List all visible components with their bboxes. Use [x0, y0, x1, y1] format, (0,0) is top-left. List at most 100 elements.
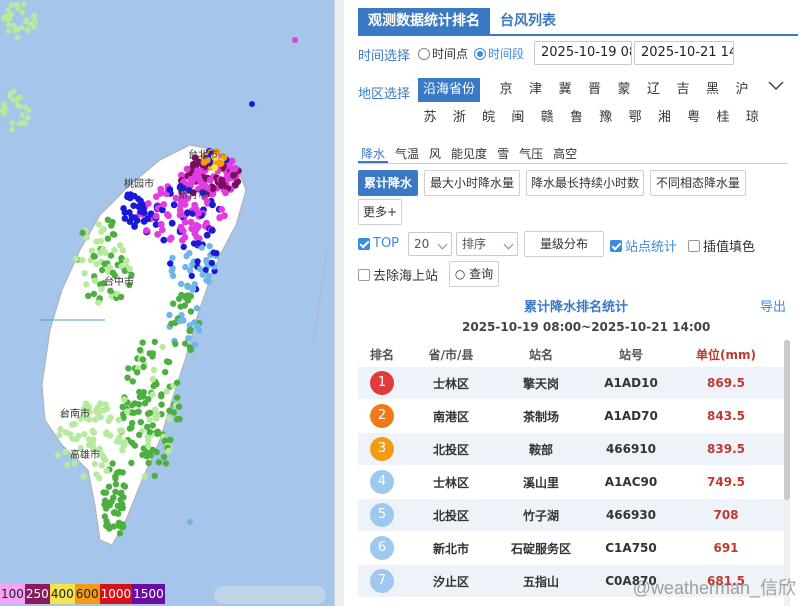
max-hourly-precip-button[interactable]: 最大小时降水量: [424, 170, 520, 196]
table-row[interactable]: 1 士林区 擎天岗 A1AD10 869.5: [358, 367, 784, 400]
region-button[interactable]: 桂: [711, 106, 735, 130]
table-row[interactable]: 5 北投区 竹子湖 466930 708: [358, 499, 784, 532]
map-canvas[interactable]: [0, 0, 334, 606]
station-dot: [160, 453, 168, 461]
legend-item: 100: [0, 584, 25, 604]
region-button[interactable]: 吉: [671, 78, 695, 102]
station-dot: [177, 202, 184, 210]
region-button[interactable]: 赣: [535, 106, 559, 130]
top-checkbox[interactable]: TOP: [358, 236, 399, 251]
panel-divider[interactable]: [334, 0, 344, 606]
region-button[interactable]: 皖: [477, 106, 501, 130]
region-button[interactable]: 津: [524, 78, 548, 102]
table-row[interactable]: 3 北投区 鞍部 466910 839.5: [358, 433, 784, 466]
tab-precipitation[interactable]: 降水: [358, 146, 389, 163]
scrollbar-thumb[interactable]: [784, 340, 790, 500]
tab-observation-ranking[interactable]: 观测数据统计排名: [358, 8, 490, 34]
tab-snow[interactable]: 雪: [494, 146, 512, 163]
station-dot: [230, 171, 238, 179]
phase-precip-button[interactable]: 不同相态降水量: [650, 170, 746, 196]
radio-time-range[interactable]: 时间段: [474, 45, 524, 62]
tab-temperature[interactable]: 气温: [392, 146, 422, 163]
region-button[interactable]: 辽: [642, 78, 666, 102]
chevron-down-icon[interactable]: [768, 80, 784, 92]
rank-cell: 5: [358, 503, 406, 527]
region-button[interactable]: 湘: [652, 106, 676, 130]
station-dot: [178, 280, 185, 288]
station-dot: [167, 234, 175, 242]
region-button[interactable]: 苏: [418, 106, 442, 130]
table-scrollbar[interactable]: [784, 340, 790, 606]
station-dot: [120, 482, 127, 489]
rainfall-map[interactable]: 台北市 桃园市 新竹市 台中市 台南市 高雄市 100 250 400 600 …: [0, 0, 334, 606]
station-dot: [185, 335, 192, 342]
station-dot: [93, 260, 100, 268]
region-button[interactable]: 黑: [701, 78, 725, 102]
region-button[interactable]: 冀: [553, 78, 577, 102]
tab-typhoon-list[interactable]: 台风列表: [490, 8, 566, 34]
station-name-cell: 溪山里: [522, 475, 559, 490]
accumulated-precip-button[interactable]: 累计降水: [358, 170, 418, 196]
station-dot: [176, 317, 184, 325]
radio-time-point[interactable]: 时间点: [418, 45, 468, 62]
end-time-input[interactable]: 2025-10-21 14:: [634, 41, 734, 65]
station-dot: [141, 473, 149, 480]
station-dot: [95, 221, 103, 228]
station-dot: [194, 258, 201, 265]
tab-visibility[interactable]: 能见度: [448, 146, 490, 163]
region-button[interactable]: 蒙: [612, 78, 636, 102]
start-time-input[interactable]: 2025-10-19 08:: [534, 41, 632, 65]
station-dot: [169, 254, 176, 262]
checkbox-checked-icon: [610, 239, 622, 252]
table-row[interactable]: 6 新北市 石碇服务区 C1A750 691: [358, 532, 784, 565]
station-dot: [90, 290, 98, 298]
remove-sea-station-checkbox[interactable]: 去除海上站: [358, 265, 438, 284]
region-button[interactable]: 鄂: [623, 106, 647, 130]
station-dot: [167, 260, 174, 267]
stats-period: 2025-10-19 08:00~2025-10-21 14:00: [462, 320, 711, 334]
region-button[interactable]: 闽: [506, 106, 530, 130]
station-dot: [149, 391, 156, 398]
element-tabs: 降水 气温 风 能见度 雪 气压 高空: [358, 146, 788, 164]
region-button[interactable]: 鲁: [565, 106, 589, 130]
region-button[interactable]: 京: [494, 78, 518, 102]
region-coastal-button[interactable]: 沿海省份: [418, 78, 481, 102]
station-dot: [103, 522, 110, 529]
tab-upper-air[interactable]: 高空: [550, 146, 580, 163]
tab-wind[interactable]: 风: [426, 146, 444, 163]
station-dot: [91, 460, 99, 468]
grade-distribution-button[interactable]: 量级分布: [524, 231, 604, 257]
panel-tabs: 观测数据统计排名 台风列表: [358, 8, 798, 36]
region-button[interactable]: 粤: [682, 106, 706, 130]
sort-select[interactable]: 排序: [456, 232, 518, 256]
longest-duration-button[interactable]: 降水最长持续小时数: [526, 170, 644, 196]
header-county: 省/市/县: [428, 347, 474, 362]
more-button[interactable]: 更多+: [358, 199, 402, 225]
tab-pressure[interactable]: 气压: [516, 146, 546, 163]
top-count-select[interactable]: 20: [408, 232, 452, 256]
station-dot: [15, 5, 21, 12]
station-dot: [143, 227, 150, 234]
station-dot: [170, 201, 178, 209]
station-dot: [5, 12, 11, 19]
region-button[interactable]: 琼: [740, 106, 764, 130]
station-dot: [5, 6, 11, 13]
export-link[interactable]: 导出: [760, 296, 786, 315]
precip-value-cell: 749.5: [707, 475, 745, 489]
checkbox-label: 去除海上站: [373, 269, 439, 284]
table-row[interactable]: 2 南港区 茶制场 A1AD70 843.5: [358, 400, 784, 433]
station-dot: [112, 475, 119, 482]
region-button[interactable]: 晋: [583, 78, 607, 102]
precip-value-cell: 839.5: [707, 442, 745, 456]
station-dot: [170, 300, 177, 307]
query-button[interactable]: ○ 查询: [449, 261, 499, 287]
station-dot: [183, 252, 190, 260]
station-dot: [83, 234, 90, 241]
region-button[interactable]: 沪: [730, 78, 754, 102]
interp-fill-checkbox[interactable]: 插值填色: [688, 236, 755, 255]
region-button[interactable]: 豫: [594, 106, 618, 130]
station-stats-checkbox[interactable]: 站点统计: [610, 236, 677, 255]
region-button[interactable]: 浙: [447, 106, 471, 130]
table-row[interactable]: 4 士林区 溪山里 A1AC90 749.5: [358, 466, 784, 499]
station-dot: [101, 513, 109, 520]
